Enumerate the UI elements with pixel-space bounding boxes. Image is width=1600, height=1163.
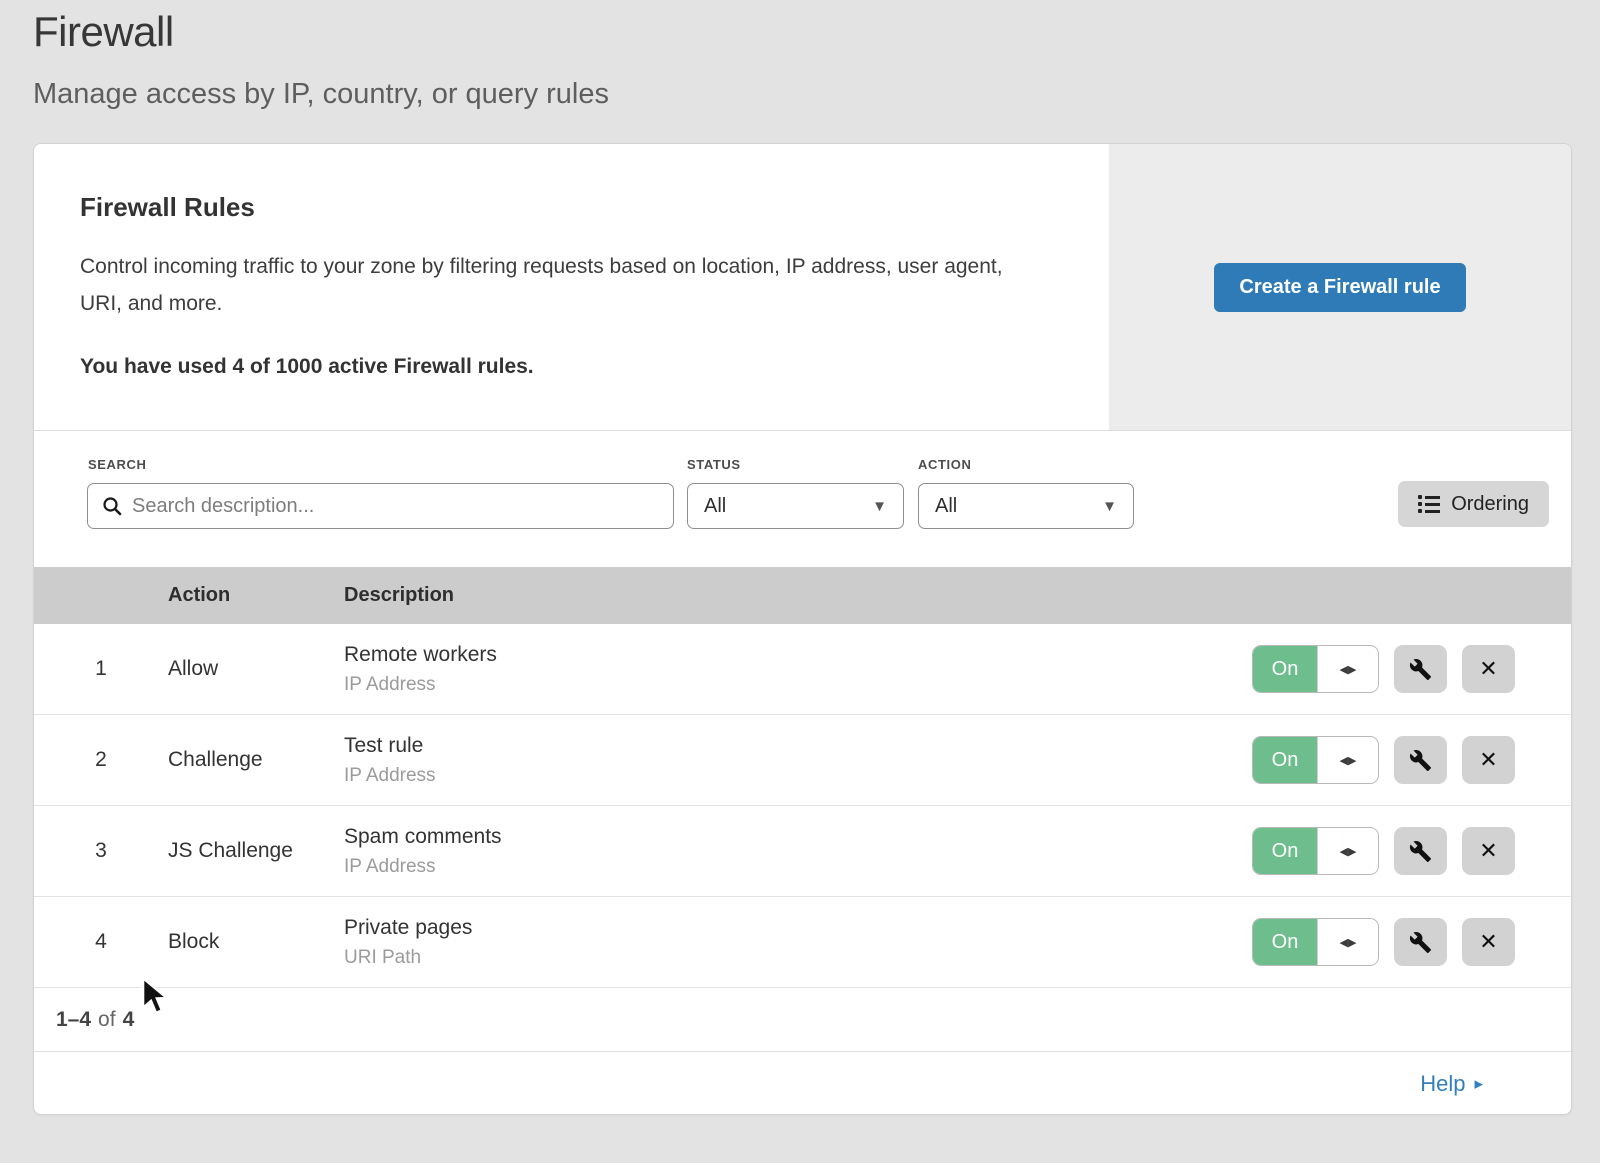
search-icon xyxy=(102,496,122,516)
status-select-value: All xyxy=(704,495,726,518)
rule-priority: 3 xyxy=(34,839,168,863)
delete-rule-button[interactable]: ✕ xyxy=(1462,918,1515,966)
page-header: Firewall Manage access by IP, country, o… xyxy=(33,8,609,111)
close-icon: ✕ xyxy=(1479,838,1497,864)
action-select-value: All xyxy=(935,495,957,518)
delete-rule-button[interactable]: ✕ xyxy=(1462,736,1515,784)
help-footer: Help ▸ xyxy=(34,1052,1571,1115)
action-label: ACTION xyxy=(918,457,971,472)
ordering-button-label: Ordering xyxy=(1451,493,1529,516)
search-input[interactable] xyxy=(132,495,659,518)
delete-rule-button[interactable]: ✕ xyxy=(1462,827,1515,875)
rule-priority: 1 xyxy=(34,657,168,681)
rule-description: Spam comments xyxy=(344,825,1252,849)
rule-description-cell: Spam comments IP Address xyxy=(344,825,1252,878)
page-subtitle: Manage access by IP, country, or query r… xyxy=(33,78,609,111)
help-link-label: Help xyxy=(1420,1071,1465,1097)
page-title: Firewall xyxy=(33,8,609,56)
delete-rule-button[interactable]: ✕ xyxy=(1462,645,1515,693)
action-select[interactable]: All ▼ xyxy=(918,483,1134,529)
wrench-icon xyxy=(1409,931,1432,954)
chevron-down-icon: ▼ xyxy=(872,498,887,515)
column-header-description: Description xyxy=(344,584,454,607)
pagination-range: 1–4 xyxy=(56,1008,91,1032)
rule-controls: On ◀▶ ✕ xyxy=(1252,736,1515,784)
toggle-on-segment[interactable]: On xyxy=(1253,646,1317,692)
rule-controls: On ◀▶ ✕ xyxy=(1252,918,1515,966)
rule-action: Challenge xyxy=(168,748,344,772)
intro-text-block: Firewall Rules Control incoming traffic … xyxy=(34,144,1109,430)
rule-match-type: IP Address xyxy=(344,674,1252,696)
rule-match-type: IP Address xyxy=(344,765,1252,787)
wrench-icon xyxy=(1409,749,1432,772)
pagination-bar: 1–4 of 4 xyxy=(34,988,1571,1052)
search-label: SEARCH xyxy=(88,457,147,472)
toggle-arrows-icon[interactable]: ◀▶ xyxy=(1317,828,1378,874)
status-select[interactable]: All ▼ xyxy=(687,483,904,529)
pagination-of: of xyxy=(98,1008,116,1032)
rule-enabled-toggle[interactable]: On ◀▶ xyxy=(1252,827,1379,875)
rule-description: Remote workers xyxy=(344,643,1252,667)
rule-description-cell: Private pages URI Path xyxy=(344,916,1252,969)
close-icon: ✕ xyxy=(1479,747,1497,773)
edit-rule-button[interactable] xyxy=(1394,827,1447,875)
rule-match-type: URI Path xyxy=(344,947,1252,969)
table-row: 2 Challenge Test rule IP Address On ◀▶ ✕ xyxy=(34,715,1571,806)
toggle-on-segment[interactable]: On xyxy=(1253,737,1317,783)
rule-priority: 4 xyxy=(34,930,168,954)
intro-section: Firewall Rules Control incoming traffic … xyxy=(34,144,1571,431)
rule-controls: On ◀▶ ✕ xyxy=(1252,645,1515,693)
toggle-arrows-icon[interactable]: ◀▶ xyxy=(1317,737,1378,783)
rule-description-cell: Test rule IP Address xyxy=(344,734,1252,787)
rule-enabled-toggle[interactable]: On ◀▶ xyxy=(1252,918,1379,966)
rule-action: Block xyxy=(168,930,344,954)
arrow-right-icon: ▸ xyxy=(1474,1074,1483,1094)
rule-enabled-toggle[interactable]: On ◀▶ xyxy=(1252,736,1379,784)
section-description: Control incoming traffic to your zone by… xyxy=(80,249,1040,323)
edit-rule-button[interactable] xyxy=(1394,918,1447,966)
column-header-action: Action xyxy=(168,584,344,607)
filters-bar: SEARCH STATUS ACTION All ▼ All ▼ Orderin… xyxy=(34,431,1571,567)
create-firewall-rule-button[interactable]: Create a Firewall rule xyxy=(1214,263,1465,312)
rule-description: Test rule xyxy=(344,734,1252,758)
edit-rule-button[interactable] xyxy=(1394,645,1447,693)
rule-match-type: IP Address xyxy=(344,856,1252,878)
toggle-on-segment[interactable]: On xyxy=(1253,919,1317,965)
table-header: Action Description xyxy=(34,567,1571,624)
toggle-arrows-icon[interactable]: ◀▶ xyxy=(1317,919,1378,965)
close-icon: ✕ xyxy=(1479,929,1497,955)
toggle-on-segment[interactable]: On xyxy=(1253,828,1317,874)
rule-action: Allow xyxy=(168,657,344,681)
wrench-icon xyxy=(1409,658,1432,681)
section-heading: Firewall Rules xyxy=(80,192,1063,223)
rule-priority: 2 xyxy=(34,748,168,772)
status-label: STATUS xyxy=(687,457,741,472)
pagination-total: 4 xyxy=(123,1008,135,1032)
rule-controls: On ◀▶ ✕ xyxy=(1252,827,1515,875)
chevron-down-icon: ▼ xyxy=(1102,498,1117,515)
rule-action: JS Challenge xyxy=(168,839,344,863)
search-box[interactable] xyxy=(87,483,674,529)
wrench-icon xyxy=(1409,840,1432,863)
help-link[interactable]: Help ▸ xyxy=(1420,1071,1483,1097)
edit-rule-button[interactable] xyxy=(1394,736,1447,784)
table-row: 3 JS Challenge Spam comments IP Address … xyxy=(34,806,1571,897)
table-row: 4 Block Private pages URI Path On ◀▶ ✕ xyxy=(34,897,1571,988)
table-row: 1 Allow Remote workers IP Address On ◀▶ … xyxy=(34,624,1571,715)
firewall-rules-card: Firewall Rules Control incoming traffic … xyxy=(33,143,1572,1115)
rule-description: Private pages xyxy=(344,916,1252,940)
cta-panel: Create a Firewall rule xyxy=(1109,144,1571,430)
list-ordering-icon xyxy=(1418,495,1440,513)
ordering-button[interactable]: Ordering xyxy=(1398,481,1549,527)
rule-description-cell: Remote workers IP Address xyxy=(344,643,1252,696)
toggle-arrows-icon[interactable]: ◀▶ xyxy=(1317,646,1378,692)
rule-enabled-toggle[interactable]: On ◀▶ xyxy=(1252,645,1379,693)
usage-summary: You have used 4 of 1000 active Firewall … xyxy=(80,355,1063,379)
close-icon: ✕ xyxy=(1479,656,1497,682)
